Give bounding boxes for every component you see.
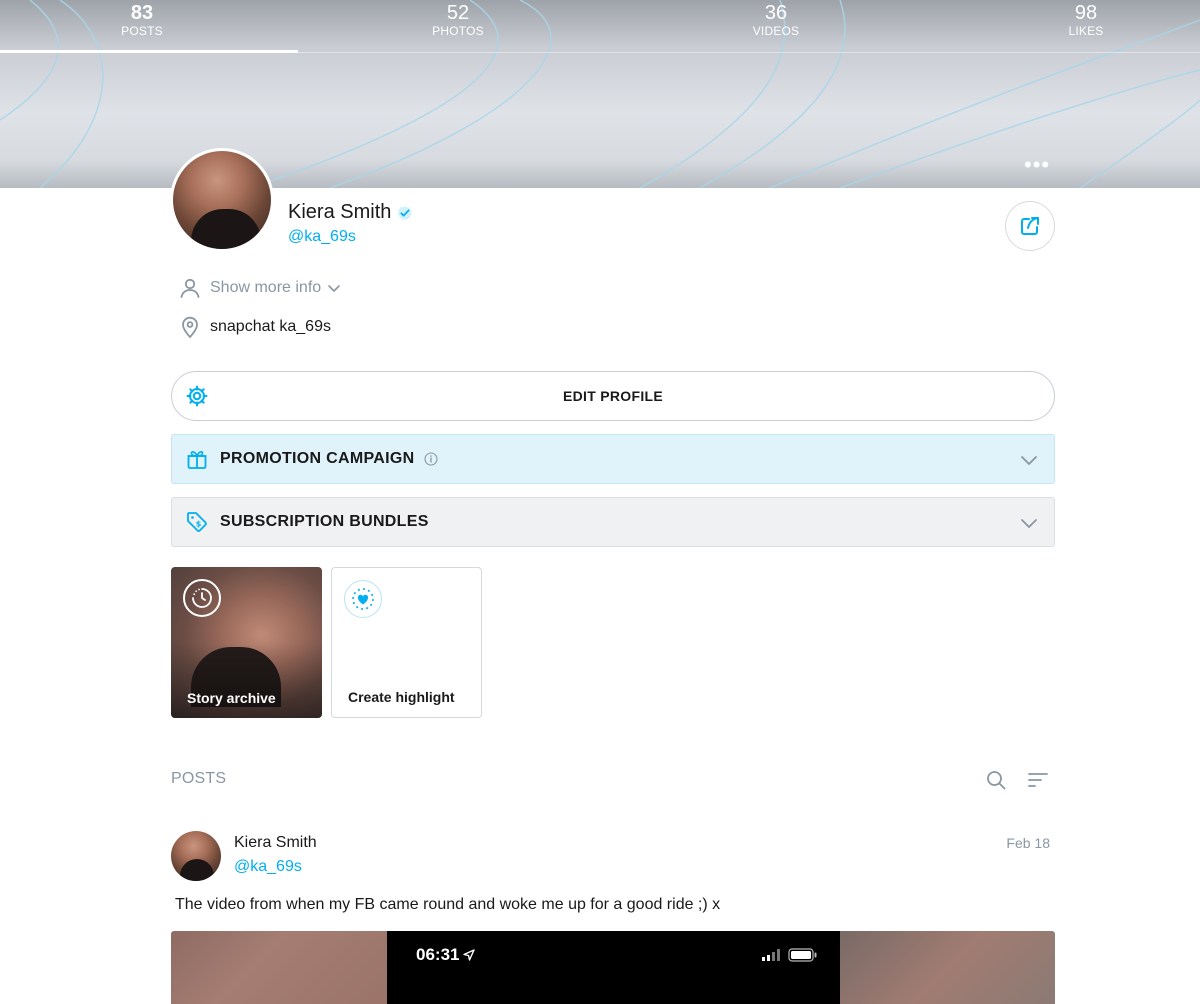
svg-text:$: $ bbox=[196, 520, 202, 529]
stat-videos-label: VIDEOS bbox=[752, 24, 800, 38]
story-archive-icon-ring bbox=[183, 579, 221, 617]
price-tag-icon: $ bbox=[187, 512, 207, 532]
profile-cover: 83 POSTS 52 PHOTOS 36 VIDEOS 98 LIKES ••… bbox=[0, 0, 1200, 188]
media-blur-left bbox=[171, 931, 387, 1004]
sort-icon[interactable] bbox=[1026, 768, 1050, 792]
stat-likes-label: LIKES bbox=[1068, 24, 1104, 38]
profile-name-row: Kiera Smith bbox=[288, 201, 413, 224]
stat-tab-likes[interactable]: 98 LIKES bbox=[1006, 0, 1166, 39]
profile-avatar[interactable] bbox=[170, 148, 274, 252]
share-icon bbox=[1021, 217, 1039, 235]
clock-icon bbox=[192, 588, 212, 608]
active-tab-indicator bbox=[0, 50, 298, 53]
show-more-info-label: Show more info bbox=[210, 279, 322, 296]
profile-location: snapchat ka_69s bbox=[178, 315, 331, 339]
chevron-down-icon bbox=[1021, 456, 1037, 465]
avatar-photo-detail bbox=[180, 859, 214, 881]
stat-tab-posts[interactable]: 83 POSTS bbox=[62, 0, 222, 39]
post-media[interactable]: 06:31 bbox=[171, 931, 1055, 1004]
profile-name: Kiera Smith bbox=[288, 201, 392, 223]
chevron-down-icon bbox=[328, 285, 340, 292]
create-highlight-button[interactable]: Create highlight bbox=[331, 567, 482, 718]
location-pin-icon bbox=[182, 316, 198, 339]
subscription-bundles-label: SUBSCRIPTION BUNDLES bbox=[220, 513, 429, 530]
media-blur-right bbox=[840, 931, 1055, 1004]
create-highlight-icon-ring bbox=[344, 580, 382, 618]
stat-posts-label: POSTS bbox=[121, 24, 163, 38]
share-profile-button[interactable] bbox=[1005, 201, 1055, 251]
location-arrow-icon bbox=[463, 949, 476, 961]
stat-tab-videos[interactable]: 36 VIDEOS bbox=[696, 0, 856, 39]
profile-location-text: snapchat ka_69s bbox=[210, 318, 331, 335]
video-status-icons bbox=[762, 948, 818, 962]
signal-icon bbox=[762, 949, 780, 961]
create-highlight-label: Create highlight bbox=[348, 689, 455, 705]
promotion-campaign-accordion[interactable]: PROMOTION CAMPAIGN bbox=[171, 434, 1055, 484]
promotion-campaign-label: PROMOTION CAMPAIGN bbox=[220, 450, 415, 467]
stat-photos-count: 52 bbox=[446, 2, 470, 24]
profile-stats-tabs: 83 POSTS 52 PHOTOS 36 VIDEOS 98 LIKES bbox=[0, 0, 1200, 54]
subscription-bundles-accordion[interactable]: $ SUBSCRIPTION BUNDLES bbox=[171, 497, 1055, 547]
post-date: Feb 18 bbox=[1006, 835, 1050, 851]
gift-icon bbox=[187, 451, 207, 469]
edit-profile-button[interactable]: EDIT PROFILE bbox=[171, 371, 1055, 421]
stat-likes-count: 98 bbox=[1074, 2, 1098, 24]
more-horizontal-icon[interactable]: ••• bbox=[1024, 154, 1049, 176]
story-archive-highlight[interactable]: Story archive bbox=[171, 567, 322, 718]
video-status-bar-time: 06:31 bbox=[416, 945, 476, 965]
story-archive-label: Story archive bbox=[187, 690, 276, 706]
posts-section-title: POSTS bbox=[171, 770, 227, 787]
edit-profile-label: EDIT PROFILE bbox=[562, 388, 664, 404]
stat-tab-photos[interactable]: 52 PHOTOS bbox=[378, 0, 538, 39]
chevron-down-icon bbox=[1021, 519, 1037, 528]
avatar-photo-detail bbox=[191, 209, 261, 249]
video-frame: 06:31 bbox=[387, 931, 840, 1004]
profile-handle[interactable]: @ka_69s bbox=[288, 228, 356, 246]
stat-videos-count: 36 bbox=[764, 2, 788, 24]
post-author-name[interactable]: Kiera Smith bbox=[234, 834, 317, 852]
stat-photos-label: PHOTOS bbox=[432, 24, 484, 38]
battery-icon bbox=[788, 948, 817, 962]
post-author-handle[interactable]: @ka_69s bbox=[234, 858, 302, 876]
info-icon[interactable] bbox=[424, 452, 438, 466]
video-time-text: 06:31 bbox=[416, 945, 460, 964]
stat-posts-count: 83 bbox=[130, 2, 154, 24]
post-author-avatar[interactable] bbox=[171, 831, 221, 881]
show-more-info-toggle[interactable]: Show more info bbox=[178, 276, 341, 300]
verified-badge-icon bbox=[397, 205, 413, 220]
post-text: The video from when my FB came round and… bbox=[175, 896, 721, 913]
search-icon[interactable] bbox=[984, 768, 1008, 792]
heart-plus-icon bbox=[352, 588, 374, 610]
user-icon bbox=[180, 278, 200, 298]
